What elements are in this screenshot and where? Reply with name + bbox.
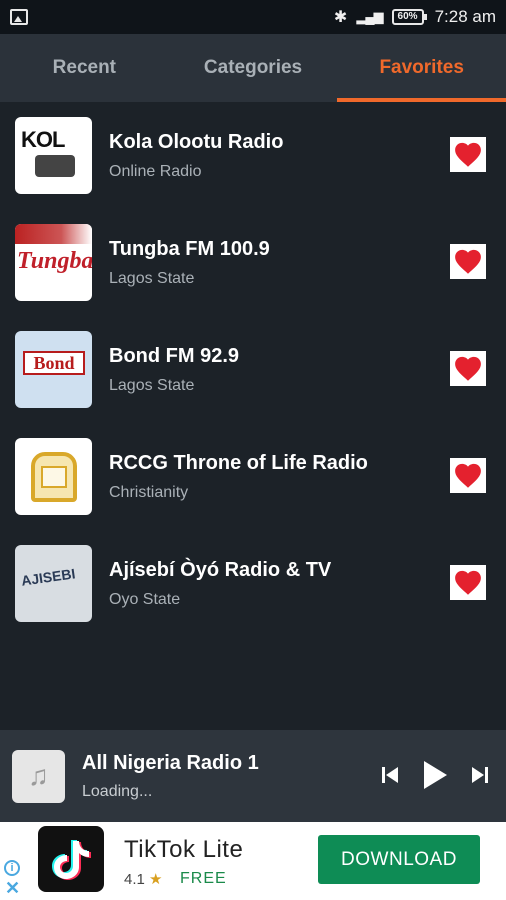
station-title: Tungba FM 100.9 xyxy=(109,237,270,260)
skip-previous-icon[interactable] xyxy=(380,765,400,785)
favorites-list: KOL Kola Olootu Radio Online Radio Tungb… xyxy=(0,102,506,637)
station-subtitle: Oyo State xyxy=(109,590,181,608)
favorite-heart-icon[interactable] xyxy=(450,244,486,279)
tab-bar: Recent Categories Favorites xyxy=(0,34,506,102)
station-row[interactable]: Tungba Tungba FM 100.9 Lagos State xyxy=(0,209,506,316)
station-logo: Tungba xyxy=(15,224,92,301)
battery-indicator: 60% xyxy=(391,9,427,25)
station-subtitle: Online Radio xyxy=(109,162,202,180)
station-subtitle: Lagos State xyxy=(109,269,195,287)
player-title: All Nigeria Radio 1 xyxy=(82,751,259,774)
skip-next-icon[interactable] xyxy=(470,765,490,785)
station-row[interactable]: RCCG Throne of Life Radio Christianity xyxy=(0,423,506,530)
status-bar: ✱ ▂▄▆ 60% 7:28 am xyxy=(0,0,506,34)
gallery-notification-icon xyxy=(10,9,28,25)
tab-categories[interactable]: Categories xyxy=(169,34,338,102)
favorite-heart-icon[interactable] xyxy=(450,351,486,386)
bluetooth-icon: ✱ xyxy=(333,9,348,26)
signal-icon: ▂▄▆ xyxy=(356,9,383,24)
ad-info-icon[interactable]: i xyxy=(4,860,20,876)
station-logo: Bond xyxy=(15,331,92,408)
station-title: Kola Olootu Radio xyxy=(109,130,284,153)
station-logo xyxy=(15,438,92,515)
tab-favorites[interactable]: Favorites xyxy=(337,34,506,102)
ad-app-name: TikTok Lite xyxy=(124,836,244,863)
play-icon[interactable] xyxy=(422,760,448,790)
station-title: Ajísebí Òyó Radio & TV xyxy=(109,558,332,581)
station-title: Bond FM 92.9 xyxy=(109,344,240,367)
station-title: RCCG Throne of Life Radio xyxy=(109,451,368,474)
clock: 7:28 am xyxy=(434,7,496,26)
station-row[interactable]: Bond Bond FM 92.9 Lagos State xyxy=(0,316,506,423)
download-button[interactable]: DOWNLOAD xyxy=(318,835,480,884)
tab-recent[interactable]: Recent xyxy=(0,34,169,102)
favorite-heart-icon[interactable] xyxy=(450,565,486,600)
music-note-icon: ♫ xyxy=(12,749,65,803)
player-status: Loading... xyxy=(82,782,153,800)
star-icon: ★ xyxy=(149,871,163,888)
station-logo: AJISEBI xyxy=(15,545,92,622)
station-row[interactable]: AJISEBI Ajísebí Òyó Radio & TV Oyo State xyxy=(0,530,506,637)
station-subtitle: Christianity xyxy=(109,483,189,501)
ad-banner[interactable]: i ✕ TikTok Lite 4.1 ★ FREE DOWNLOAD xyxy=(0,822,506,900)
station-logo: KOL xyxy=(15,117,92,194)
ad-rating: 4.1 ★ xyxy=(124,871,163,888)
station-row[interactable]: KOL Kola Olootu Radio Online Radio xyxy=(0,102,506,209)
mini-player[interactable]: ♫ All Nigeria Radio 1 Loading... xyxy=(0,730,506,822)
station-subtitle: Lagos State xyxy=(109,376,195,394)
favorite-heart-icon[interactable] xyxy=(450,458,486,493)
favorite-heart-icon[interactable] xyxy=(450,137,486,172)
ad-price: FREE xyxy=(180,870,227,887)
tiktok-logo-icon[interactable] xyxy=(38,826,104,892)
ad-close-icon[interactable]: ✕ xyxy=(5,878,20,899)
